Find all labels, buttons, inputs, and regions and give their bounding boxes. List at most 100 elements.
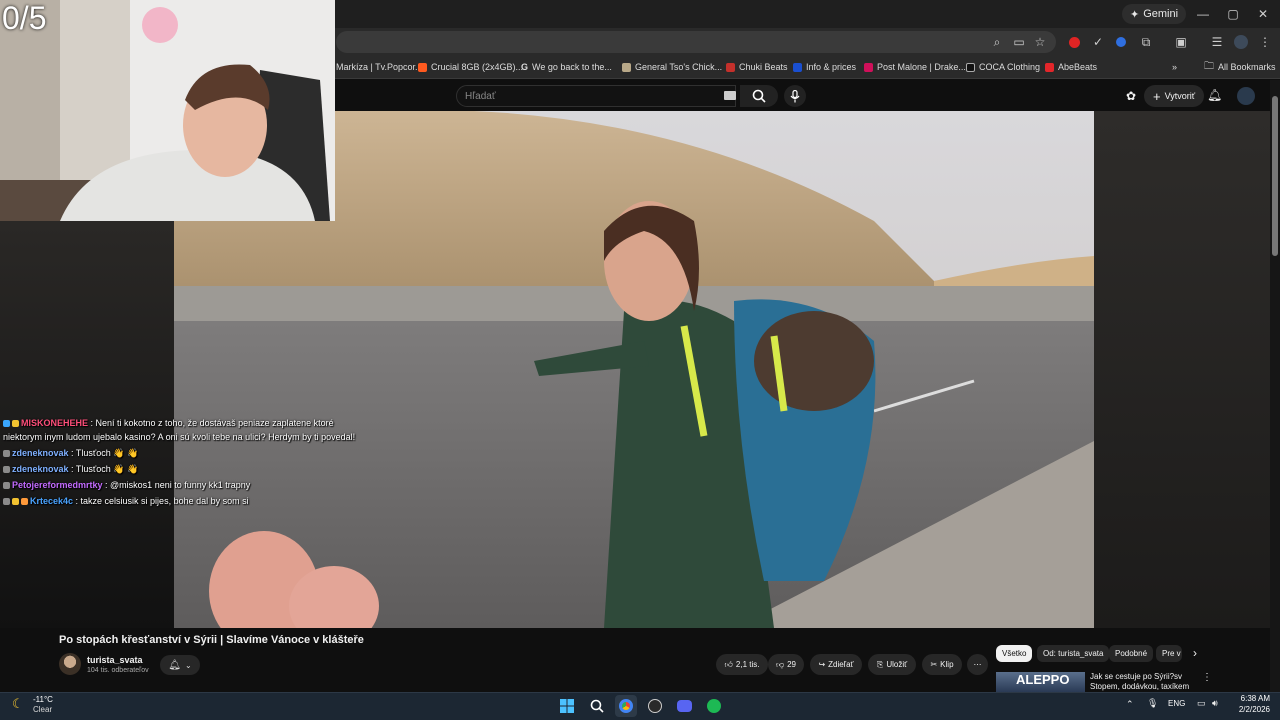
bookmark-item[interactable]: Info & prices (793, 59, 856, 75)
close-window-button[interactable]: ✕ (1248, 4, 1278, 24)
folder-icon: 🗀 (1204, 60, 1214, 72)
profile-avatar[interactable] (1232, 33, 1250, 51)
extensions-puzzle-icon[interactable]: ⧉ (1137, 33, 1155, 51)
chip-related[interactable]: Podobné (1109, 645, 1154, 662)
chrome-logo (619, 699, 633, 713)
discord-taskbar-icon[interactable] (673, 695, 695, 717)
notifications-bell-icon[interactable]: 🔔︎ (1207, 88, 1222, 102)
taskbar-clock-time[interactable]: 6:38 AM (1236, 694, 1270, 703)
recommended-thumbnail[interactable]: ALEPPO (996, 672, 1085, 692)
channel-avatar[interactable] (59, 653, 81, 675)
voice-search-button[interactable] (784, 85, 806, 107)
clip-button[interactable]: ✂ Klip (922, 654, 962, 675)
create-label: Vytvoriť (1164, 91, 1196, 101)
extension-leaf-icon[interactable]: ✓ (1089, 33, 1107, 51)
chat-badge-icon (3, 450, 10, 458)
extension-blue-icon[interactable] (1112, 33, 1130, 51)
magnifier-icon (590, 699, 604, 713)
chevron-right-icon[interactable]: › (1193, 646, 1197, 660)
maximize-button[interactable]: ▢ (1218, 4, 1248, 24)
tray-overflow-icon[interactable]: ⌃ (1126, 699, 1134, 710)
bookmark-label: Post Malone | Drake... (877, 62, 966, 72)
address-bar[interactable] (336, 31, 1056, 53)
language-indicator[interactable]: ENG (1168, 699, 1185, 708)
create-button[interactable]: + Vytvoriť (1144, 85, 1205, 107)
moon-weather-icon[interactable]: ☾ (12, 696, 24, 712)
tab-search-icon[interactable]: ▣ (1172, 33, 1190, 51)
bookmark-label: Crucial 8GB (2x4GB)... (431, 62, 524, 72)
all-bookmarks-button[interactable]: 🗀 All Bookmarks (1204, 59, 1276, 75)
account-avatar[interactable] (1237, 87, 1255, 105)
bookmark-item[interactable]: AbeBeats (1045, 59, 1097, 75)
bookmark-item[interactable]: General Tso's Chick... (622, 59, 722, 75)
weather-condition[interactable]: Clear (33, 705, 52, 714)
microphone-tray-icon[interactable]: 🎙︎ (1147, 698, 1158, 709)
bookmark-item[interactable]: Post Malone | Drake... (864, 59, 966, 75)
windows-start-icon[interactable] (556, 695, 578, 717)
bookmark-label: AbeBeats (1058, 62, 1098, 72)
microphone-icon (790, 89, 800, 102)
clip-label: Klip (940, 660, 954, 669)
chat-username: Petojereformedmrtky (12, 480, 103, 490)
like-button[interactable]: 👍︎ 2,1 tis. (716, 654, 768, 675)
gemini-button[interactable]: ✦ Gemini (1122, 4, 1187, 24)
chrome-taskbar-icon[interactable] (615, 695, 637, 717)
bookmark-item[interactable]: Markíza | Tv.Popcor... (336, 59, 423, 75)
recommended-title[interactable]: Jak se cestuje po Sýrii?sv Stopem, dodáv… (1090, 672, 1200, 692)
reading-list-icon[interactable]: ☰ (1208, 33, 1226, 51)
keyboard-icon[interactable] (724, 91, 736, 100)
taskbar-search-icon[interactable] (586, 695, 608, 717)
volume-icon[interactable]: 🔊︎ (1212, 698, 1218, 709)
chat-text: : Tlusťoch 👋 👋 (68, 448, 139, 458)
dislike-button[interactable]: 👎︎ 29 (768, 654, 804, 675)
bookmark-item[interactable]: COCA Clothing (966, 59, 1040, 75)
chip-for-you[interactable]: Pre v (1156, 645, 1182, 662)
scrollbar-thumb[interactable] (1272, 96, 1278, 256)
save-button[interactable]: ⎘ Uložiť (868, 654, 916, 675)
video-ambient-area (1094, 111, 1270, 628)
cast-icon[interactable]: ▭ (1010, 33, 1028, 51)
search-input[interactable]: Hľadať (456, 85, 736, 107)
browser-menu-icon[interactable]: ⋮ (1256, 33, 1274, 51)
zoom-icon[interactable]: ⌕ (988, 33, 1006, 51)
video-title: Po stopách křesťanství v Sýrii | Slavíme… (59, 634, 364, 646)
save-icon: ⎘ (876, 659, 884, 669)
webcam-counter: 0/5 (2, 0, 47, 36)
scissors-icon: ✂ (930, 660, 938, 669)
taskbar-clock-date[interactable]: 2/2/2026 (1226, 705, 1270, 714)
chat-badge-icon (12, 498, 19, 506)
network-icon[interactable]: ▭ (1197, 698, 1206, 709)
share-button[interactable]: ↪ Zdieľať (810, 654, 862, 675)
bookmarks-overflow-icon[interactable]: » (1172, 59, 1177, 75)
obs-taskbar-icon[interactable] (644, 695, 666, 717)
bookmark-star-icon[interactable]: ☆ (1031, 33, 1049, 51)
bell-icon: 🔔︎ (168, 659, 181, 671)
chip-all[interactable]: Všetko (996, 645, 1033, 662)
search-placeholder: Hľadať (465, 90, 496, 102)
minimize-button[interactable]: — (1188, 4, 1218, 24)
bookmark-favicon-icon (966, 62, 975, 72)
chat-badge-icon (3, 466, 10, 474)
ai-assistant-icon[interactable]: ✿ (1126, 89, 1136, 103)
recommended-menu-icon[interactable]: ⋮ (1202, 672, 1212, 683)
thumbs-down-icon: 👎︎ (775, 659, 785, 669)
weather-temperature[interactable]: -11°C (33, 695, 53, 704)
share-label: Zdieľať (828, 660, 854, 669)
channel-name[interactable]: turista_svata (87, 655, 143, 665)
spotify-taskbar-icon[interactable] (703, 695, 725, 717)
save-label: Uložiť (886, 660, 908, 669)
subscription-bell-button[interactable]: 🔔︎ ⌄ (160, 655, 200, 675)
search-button[interactable] (740, 85, 778, 107)
obs-logo (648, 699, 662, 713)
chat-message-continued: niektorym inym ludom ujebalo kasino? A o… (3, 430, 355, 445)
bookmark-item[interactable]: Chuki Beats (726, 59, 788, 75)
more-actions-button[interactable]: ⋯ (967, 654, 988, 675)
bookmark-item[interactable]: Crucial 8GB (2x4GB)... (418, 59, 523, 75)
chat-message: zdeneknovak : Tlusťoch 👋 👋 (3, 462, 138, 477)
extension-red-icon[interactable] (1065, 33, 1083, 51)
bookmark-item[interactable]: G We go back to the... (521, 59, 612, 75)
chat-message: MISKONEHEHE : Není ti kokotno z toho, že… (3, 416, 334, 431)
chip-from-channel[interactable]: Od: turista_svata (1037, 645, 1110, 662)
webcam-overlay (0, 0, 335, 221)
chat-username: zdeneknovak (12, 448, 69, 458)
